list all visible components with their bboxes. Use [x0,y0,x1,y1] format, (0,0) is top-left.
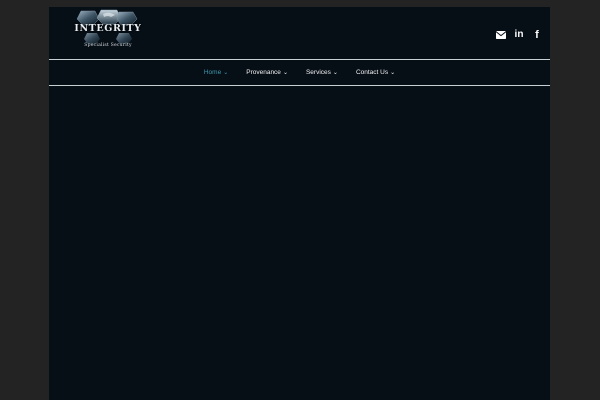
main-content [49,86,550,400]
nav-item-label: Services [305,69,331,76]
facebook-icon[interactable]: f [532,29,542,41]
nav-item-label: Provenance [246,69,281,76]
nav-item-provenance[interactable]: Provenance ⌄ [246,69,288,76]
linkedin-icon[interactable]: in [514,29,524,41]
brand-name: INTEGRITY [74,23,142,34]
facebook-label: f [535,28,539,41]
nav-item-contact-us[interactable]: Contact Us ⌄ [356,69,395,76]
envelope-icon[interactable] [496,29,506,41]
nav-item-services[interactable]: Services ⌄ [306,69,338,76]
site-logo[interactable]: INTEGRITY Specialist Security [73,9,143,53]
chevron-down-icon: ⌄ [332,69,338,76]
brand-tagline: Specialist Security [84,43,132,48]
nav-item-home[interactable]: Home ⌄ [204,69,228,76]
chevron-down-icon: ⌄ [223,69,229,76]
main-navigation: Home ⌄ Provenance ⌄ Services ⌄ Contact U… [49,60,550,85]
linkedin-label: in [514,29,524,40]
site-header: INTEGRITY Specialist Security in f [49,7,550,59]
page-container: INTEGRITY Specialist Security in f Home … [49,7,550,400]
social-links: in f [496,29,542,41]
nav-item-label: Home [203,69,222,76]
chevron-down-icon: ⌄ [390,69,396,76]
nav-item-label: Contact Us [355,69,389,76]
chevron-down-icon: ⌄ [282,69,288,76]
